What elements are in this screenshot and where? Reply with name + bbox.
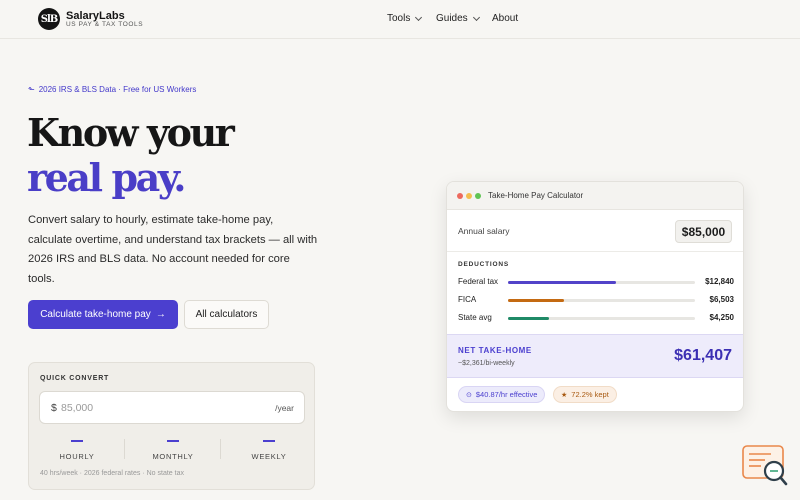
take-home-calculator-card: Take-Home Pay Calculator Annual salary $…: [446, 181, 744, 412]
currency-symbol: $: [51, 402, 57, 414]
arrow-left-icon: ⬑: [28, 85, 35, 94]
deduction-row-fica: FICA $6,503: [458, 295, 734, 307]
weekly-result: WEEKLY: [221, 435, 317, 465]
quick-convert-title: QUICK CONVERT: [40, 375, 110, 382]
deduction-bar-fill: [508, 317, 550, 320]
hero-description: Convert salary to hourly, estimate take-…: [28, 214, 318, 285]
deduction-bar-track: [508, 317, 695, 320]
percent-kept-badge: ★ 72.2% kept: [553, 386, 617, 403]
net-take-home-title: NET TAKE-HOME: [458, 346, 532, 355]
hero-eyebrow: ⬑ 2026 IRS & BLS Data · Free for US Work…: [28, 85, 196, 94]
salary-unit: /year: [275, 403, 294, 413]
weekly-value: [263, 440, 275, 442]
hourly-value: [71, 440, 83, 442]
deduction-row-state: State avg $4,250: [458, 313, 734, 325]
nav-guides-label: Guides: [436, 13, 468, 24]
percent-kept-text: 72.2% kept: [571, 390, 609, 399]
deduction-name: State avg: [458, 313, 492, 322]
net-take-home-biweekly: ~$2,361/bi-weekly: [458, 360, 515, 367]
deduction-name: Federal tax: [458, 277, 499, 286]
minimize-dot-icon: [466, 193, 472, 199]
deductions-title: DEDUCTIONS: [458, 261, 509, 268]
effective-rate-text: $40.87/hr effective: [475, 390, 538, 399]
calculate-take-home-button[interactable]: Calculate take-home pay →: [28, 300, 178, 329]
deduction-bar-fill: [508, 299, 565, 302]
deduction-row-federal: Federal tax $12,840: [458, 277, 734, 289]
hourly-label: HOURLY: [59, 451, 95, 461]
divider: [447, 251, 743, 252]
deduction-name: FICA: [458, 295, 477, 304]
quick-convert-panel: QUICK CONVERT $ /year HOURLY MONTHLY WEE…: [28, 362, 315, 490]
effective-rate-badge: ⊙ $40.87/hr effective: [458, 386, 546, 403]
quick-convert-footnote: 40 hrs/week · 2026 federal rates · No st…: [40, 470, 184, 477]
star-icon: ★: [561, 391, 568, 399]
weekly-label: WEEKLY: [251, 451, 287, 461]
hero-eyebrow-text: 2026 IRS & BLS Data · Free for US Worker…: [38, 85, 197, 94]
net-take-home-panel: NET TAKE-HOME ~$2,361/bi-weekly $61,407: [447, 334, 743, 378]
nav-about[interactable]: About: [492, 13, 518, 24]
deduction-bar-track: [508, 299, 695, 302]
monthly-value: [167, 440, 179, 442]
deduction-amount: $6,503: [709, 295, 734, 304]
brand-tagline: US PAY & TAX TOOLS: [66, 21, 144, 28]
nav-tools[interactable]: Tools: [387, 13, 423, 24]
hero-title-line2: real pay.: [27, 155, 186, 200]
close-dot-icon: [457, 193, 463, 199]
deduction-amount: $4,250: [709, 313, 734, 322]
chevron-down-icon: [415, 13, 423, 21]
card-title: Take-Home Pay Calculator: [488, 191, 584, 200]
hourly-result: HOURLY: [29, 435, 125, 465]
salary-input[interactable]: [61, 400, 261, 416]
site-header: SlB SalaryLabs US PAY & TAX TOOLS Tools …: [0, 0, 800, 39]
chevron-down-icon: [472, 13, 480, 21]
annual-salary-value[interactable]: $85,000: [675, 220, 732, 243]
arrow-right-icon: →: [155, 309, 166, 320]
monthly-label: MONTHLY: [152, 451, 194, 461]
maximize-dot-icon: [475, 193, 481, 199]
deduction-amount: $12,840: [705, 277, 734, 286]
card-titlebar: Take-Home Pay Calculator: [447, 182, 743, 210]
nav-guides[interactable]: Guides: [436, 13, 480, 24]
net-take-home-value: $61,407: [674, 347, 732, 364]
all-calculators-button[interactable]: All calculators: [184, 300, 269, 329]
salary-input-box[interactable]: $ /year: [39, 391, 305, 424]
nav-about-label: About: [492, 13, 519, 24]
hero-title-line1: Know your: [27, 110, 235, 155]
logo-mark[interactable]: SlB: [38, 8, 60, 30]
deduction-bar-fill: [508, 281, 617, 284]
clock-icon: ⊙: [466, 391, 472, 399]
search-document-widget-icon[interactable]: [741, 444, 789, 488]
annual-salary-label: Annual salary: [458, 226, 510, 236]
nav-tools-label: Tools: [387, 13, 411, 24]
deduction-bar-track: [508, 281, 695, 284]
calculate-take-home-label: Calculate take-home pay: [40, 309, 151, 320]
monthly-result: MONTHLY: [125, 435, 221, 465]
